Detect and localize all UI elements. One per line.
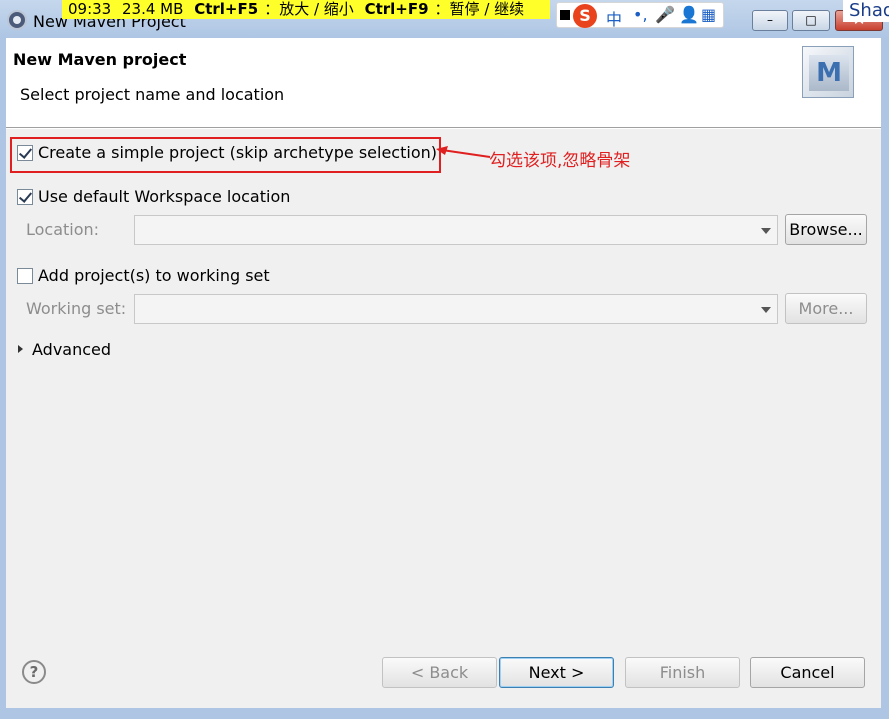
- wizard-header: New Maven project Select project name an…: [6, 38, 881, 128]
- working-set-dropdown-icon[interactable]: [761, 307, 771, 313]
- annotation-text: 勾选该项,忽略骨架: [489, 151, 631, 171]
- recorder-hotkey-zoom-desc: ：放大 / 缩小: [264, 0, 354, 18]
- working-set-checkbox-label[interactable]: Add project(s) to working set: [38, 266, 270, 285]
- location-label: Location:: [26, 220, 100, 239]
- cancel-button[interactable]: Cancel: [750, 657, 865, 688]
- window-frame-right: [881, 38, 889, 719]
- location-dropdown-icon[interactable]: [761, 228, 771, 234]
- background-window-label: Shad: [843, 0, 889, 22]
- maven-banner-icon: M: [802, 46, 854, 98]
- recorder-time: 09:33: [68, 0, 112, 18]
- next-button[interactable]: Next >: [499, 657, 614, 688]
- default-workspace-checkbox[interactable]: [17, 189, 33, 205]
- annotation-arrow-icon: [436, 146, 491, 158]
- back-button[interactable]: < Back: [382, 657, 497, 688]
- browse-button[interactable]: Browse...: [785, 214, 867, 245]
- page-description: Select project name and location: [20, 85, 285, 104]
- recorder-size: 23.4 MB: [122, 0, 184, 18]
- recorder-hotkey-pause-desc: ：暂停 / 继续: [434, 0, 525, 18]
- minimize-button[interactable]: –: [752, 10, 788, 31]
- maven-letter: M: [809, 55, 849, 91]
- recorder-overlay: 09:33 23.4 MB Ctrl+F5 ：放大 / 缩小 Ctrl+F9 ：暂停…: [62, 0, 550, 19]
- ime-punctuation-icon[interactable]: •,: [633, 5, 648, 24]
- window-frame-bottom: [0, 708, 889, 719]
- advanced-toggle[interactable]: Advanced: [32, 340, 111, 359]
- finish-button[interactable]: Finish: [625, 657, 740, 688]
- recorder-hotkey-zoom: Ctrl+F5: [194, 0, 259, 18]
- ime-chinese-mode[interactable]: 中: [606, 6, 622, 30]
- ime-grid-icon[interactable]: ▦: [701, 5, 716, 24]
- sogou-logo-icon[interactable]: S: [573, 4, 597, 28]
- ime-user-icon[interactable]: 👤: [679, 5, 699, 24]
- ime-square-icon: [560, 10, 570, 20]
- help-icon[interactable]: ?: [22, 660, 46, 684]
- advanced-expand-icon[interactable]: [18, 345, 23, 353]
- location-combo[interactable]: [134, 215, 778, 245]
- working-set-label: Working set:: [26, 299, 127, 318]
- ime-mic-icon[interactable]: 🎤: [655, 5, 675, 24]
- default-workspace-label[interactable]: Use default Workspace location: [38, 187, 290, 206]
- ime-toolbar[interactable]: S 中 •, 🎤 👤 ▦: [556, 2, 724, 30]
- page-title: New Maven project: [13, 50, 187, 69]
- simple-project-label[interactable]: Create a simple project (skip archetype …: [38, 143, 437, 162]
- simple-project-checkbox[interactable]: [17, 145, 33, 161]
- eclipse-app-icon: [7, 10, 27, 30]
- more-button[interactable]: More...: [785, 293, 867, 324]
- working-set-checkbox[interactable]: [17, 268, 33, 284]
- maximize-button[interactable]: □: [792, 10, 830, 31]
- wizard-content: 勾选该项,忽略骨架 Create a simple project (skip …: [6, 129, 881, 708]
- recorder-hotkey-pause: Ctrl+F9: [364, 0, 429, 18]
- working-set-combo[interactable]: [134, 294, 778, 324]
